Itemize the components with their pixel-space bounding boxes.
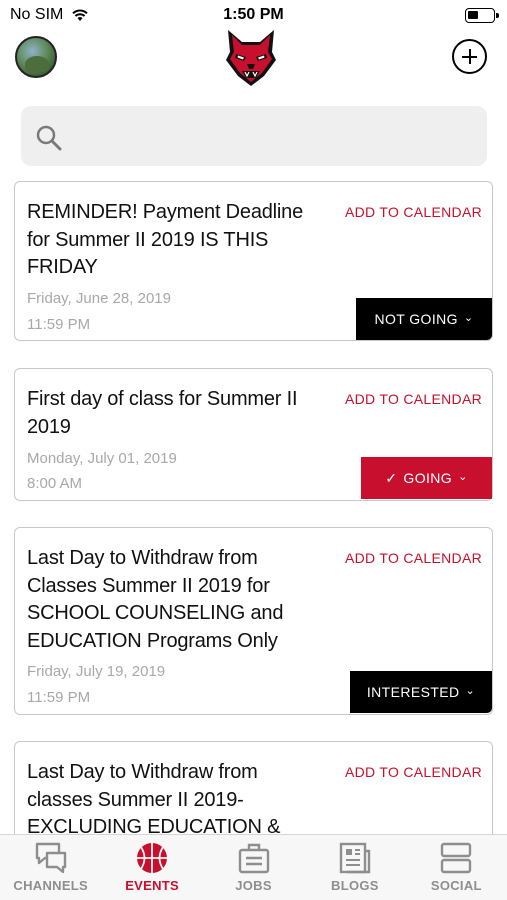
add-to-calendar-button[interactable]: ADD TO CALENDAR bbox=[345, 764, 482, 780]
tab-bar: CHANNELS EVENTS JOBS BLOGS SOCIAL bbox=[0, 834, 507, 900]
search-bar[interactable] bbox=[21, 106, 487, 166]
tab-label: EVENTS bbox=[125, 878, 180, 893]
rsvp-label: GOING bbox=[403, 470, 453, 486]
tab-social[interactable]: SOCIAL bbox=[406, 835, 507, 900]
event-title: REMINDER! Payment Deadline for Summer II… bbox=[27, 201, 304, 278]
add-to-calendar-button[interactable]: ADD TO CALENDAR bbox=[345, 550, 482, 566]
tab-label: JOBS bbox=[235, 878, 272, 893]
event-title: First day of class for Summer II 2019 bbox=[27, 388, 298, 438]
event-date: Friday, July 19, 2019 bbox=[27, 663, 166, 680]
chevron-down-icon: ⌄ bbox=[458, 470, 468, 483]
event-card[interactable]: Last Day to Withdraw from classes Summer… bbox=[14, 741, 493, 834]
basketball-icon bbox=[137, 843, 168, 873]
event-time: 11:59 PM bbox=[27, 689, 91, 706]
add-to-calendar-button[interactable]: ADD TO CALENDAR bbox=[345, 204, 482, 220]
search-input[interactable] bbox=[79, 120, 469, 152]
rsvp-dropdown[interactable]: INTERESTED ⌄ bbox=[350, 671, 492, 713]
clock: 1:50 PM bbox=[223, 6, 284, 23]
event-card[interactable]: First day of class for Summer II 2019 AD… bbox=[14, 368, 493, 501]
event-date: Friday, June 28, 2019 bbox=[27, 290, 171, 307]
tab-channels[interactable]: CHANNELS bbox=[0, 835, 101, 900]
rsvp-label: NOT GOING bbox=[374, 311, 458, 327]
tab-label: CHANNELS bbox=[13, 878, 89, 893]
search-icon bbox=[36, 125, 62, 151]
tab-label: SOCIAL bbox=[430, 878, 482, 893]
tab-events[interactable]: EVENTS bbox=[101, 835, 202, 900]
event-time: 8:00 AM bbox=[27, 475, 83, 492]
event-time: 11:59 PM bbox=[27, 316, 91, 333]
social-stack-icon bbox=[441, 842, 472, 874]
add-to-calendar-button[interactable]: ADD TO CALENDAR bbox=[345, 391, 482, 407]
event-title: Last Day to Withdraw from classes Summer… bbox=[27, 761, 281, 834]
event-card[interactable]: Last Day to Withdraw from Classes Summer… bbox=[14, 527, 493, 715]
chevron-down-icon: ⌄ bbox=[465, 684, 476, 697]
newspaper-icon bbox=[339, 842, 371, 874]
tab-jobs[interactable]: JOBS bbox=[203, 835, 304, 900]
events-list[interactable]: REMINDER! Payment Deadline for Summer II… bbox=[0, 181, 507, 834]
add-button[interactable] bbox=[452, 39, 487, 74]
rsvp-dropdown[interactable]: NOT GOING ⌄ bbox=[356, 298, 492, 340]
tab-label: BLOGS bbox=[331, 878, 379, 893]
event-date: Monday, July 01, 2019 bbox=[27, 450, 177, 467]
battery-cap bbox=[496, 13, 499, 18]
chat-bubbles-icon bbox=[35, 842, 66, 874]
chevron-down-icon: ⌄ bbox=[463, 311, 474, 324]
battery-level bbox=[468, 11, 478, 19]
battery-icon bbox=[465, 8, 499, 23]
tab-blogs[interactable]: BLOGS bbox=[304, 835, 405, 900]
rsvp-dropdown[interactable]: ✓ GOING ⌄ bbox=[361, 457, 492, 499]
red-wolf-logo bbox=[226, 30, 276, 86]
rsvp-label: INTERESTED bbox=[366, 684, 460, 700]
checkmark-icon: ✓ bbox=[385, 469, 398, 486]
event-title: Last Day to Withdraw from Classes Summer… bbox=[27, 547, 284, 652]
briefcase-icon bbox=[238, 843, 269, 874]
profile-avatar[interactable] bbox=[15, 36, 57, 78]
event-card[interactable]: REMINDER! Payment Deadline for Summer II… bbox=[14, 181, 493, 341]
